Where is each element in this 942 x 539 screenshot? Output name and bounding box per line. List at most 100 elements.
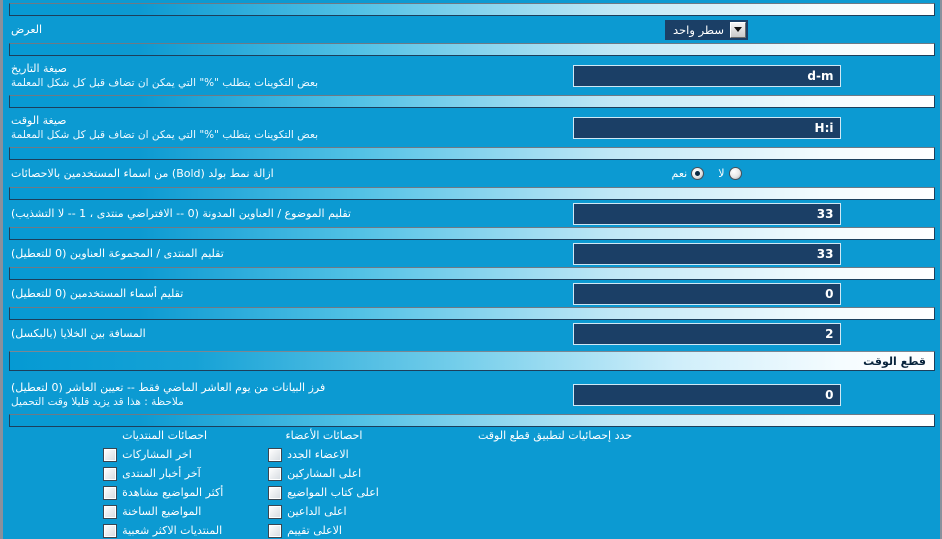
separator-bar-6 — [9, 267, 935, 280]
separator-bar-5 — [9, 227, 935, 240]
checkbox-row-top-rated[interactable]: الاعلى تقييم — [268, 521, 379, 539]
display-select-value: سطر واحد — [667, 21, 730, 38]
cutoff-days-field-cell — [473, 383, 940, 406]
cutoff-days-label: فرز البيانات من يوم العاشر الماضي فقط --… — [11, 381, 326, 394]
cell-spacing-field-cell — [473, 322, 940, 345]
checkbox-icon-top-posters[interactable] — [268, 466, 283, 481]
section-header-time-cutoff: قطع الوقت — [9, 351, 935, 371]
date-format-label-cell: صيغة التاريخ بعض التكوينات يتطلب "%" الت… — [3, 61, 473, 90]
remove-bold-yes-label: نعم — [671, 167, 688, 180]
member-stats-heading: احصائات الأعضاء — [285, 429, 363, 442]
label-top-thread-starters: اعلى كتاب المواضيع — [287, 486, 379, 499]
trim-forum-titles-label-cell: تقليم المنتدى / المجموعة العناوين (0 للت… — [3, 246, 473, 261]
separator-bar-top — [9, 3, 935, 16]
section-header-label: قطع الوقت — [863, 354, 926, 368]
checkbox-icon-most-viewed-threads[interactable] — [103, 485, 118, 500]
row-trim-thread-titles: تقليم الموضوع / العناوين المدونة (0 -- ا… — [3, 200, 940, 227]
checkbox-icon-latest-forum-news[interactable] — [103, 466, 118, 481]
checkbox-icon-top-rated[interactable] — [268, 523, 283, 538]
checkbox-icon-top-referrers[interactable] — [268, 504, 283, 519]
time-format-label-cell: صيغة الوقت بعض التكوينات يتطلب "%" التي … — [3, 113, 473, 142]
stats-column-forum: احصائات المنتديات اخر المشاركات آخر أخبا… — [103, 429, 225, 539]
date-format-field-cell — [473, 64, 940, 87]
separator-bar-7 — [9, 307, 935, 320]
checkbox-row-new-members[interactable]: الاعضاء الجدد — [268, 445, 379, 464]
checkbox-icon-latest-posts[interactable] — [103, 447, 118, 462]
trim-thread-titles-label: تقليم الموضوع / العناوين المدونة (0 -- ا… — [11, 207, 351, 220]
checkbox-row-hot-threads[interactable]: المواضيع الساخنة — [103, 502, 225, 521]
remove-bold-radio-no[interactable]: لا — [718, 167, 742, 180]
remove-bold-label-cell: ازالة نمط بولد (Bold) من اسماء المستخدمي… — [3, 166, 473, 181]
time-format-label: صيغة الوقت — [11, 114, 67, 127]
trim-usernames-input[interactable] — [572, 282, 841, 305]
separator-bar-4 — [9, 187, 935, 200]
radio-icon-no[interactable] — [728, 167, 742, 180]
row-cutoff-days: فرز البيانات من يوم العاشر الماضي فقط --… — [3, 375, 940, 414]
date-format-sublabel: بعض التكوينات يتطلب "%" التي يمكن ان تضا… — [11, 77, 319, 89]
checkbox-icon-top-thread-starters[interactable] — [268, 485, 283, 500]
time-format-sublabel: بعض التكوينات يتطلب "%" التي يمكن ان تضا… — [11, 129, 319, 141]
checkbox-row-most-popular-forums[interactable]: المنتديات الاكثر شعبية — [103, 521, 225, 539]
cell-spacing-label-cell: المسافة بين الخلايا (بالبكسل) — [3, 326, 473, 341]
trim-forum-titles-field-cell — [473, 242, 940, 265]
options-page: سطر واحد العرض صيغة التاريخ بعض التكوينا… — [0, 0, 942, 539]
trim-thread-titles-input[interactable] — [572, 202, 841, 225]
cutoff-days-input[interactable] — [572, 383, 841, 406]
stats-column-members: احصائات الأعضاء الاعضاء الجدد اعلى المشا… — [268, 429, 379, 539]
forum-stats-heading: احصائات المنتديات — [122, 429, 208, 442]
radio-icon-yes[interactable] — [691, 167, 705, 180]
checkbox-row-most-viewed-threads[interactable]: أكثر المواضيع مشاهدة — [103, 483, 225, 502]
row-trim-forum-titles: تقليم المنتدى / المجموعة العناوين (0 للت… — [3, 240, 940, 267]
display-select-cell: سطر واحد — [473, 19, 940, 40]
date-format-label: صيغة التاريخ — [11, 62, 67, 75]
stats-selection-block: حدد إحصائيات لتطبيق قطع الوقت احصائات ال… — [3, 427, 940, 539]
checkbox-icon-hot-threads[interactable] — [103, 504, 118, 519]
display-label: العرض — [11, 23, 43, 36]
trim-usernames-label: تقليم أسماء المستخدمين (0 للتعطيل) — [11, 287, 184, 300]
time-format-field-cell — [473, 116, 940, 139]
remove-bold-field-cell: نعم لا — [473, 167, 940, 180]
label-most-viewed-threads: أكثر المواضيع مشاهدة — [122, 486, 224, 499]
label-top-posters: اعلى المشاركين — [287, 467, 362, 480]
checkbox-icon-new-members[interactable] — [268, 447, 283, 462]
row-time-format: صيغة الوقت بعض التكوينات يتطلب "%" التي … — [3, 108, 940, 147]
checkbox-icon-most-popular-forums[interactable] — [103, 523, 118, 538]
cutoff-days-sublabel: ملاحظة : هذا قد يزيد قليلا وقت التحميل — [11, 396, 184, 408]
trim-thread-titles-label-cell: تقليم الموضوع / العناوين المدونة (0 -- ا… — [3, 206, 473, 221]
remove-bold-radio-yes[interactable]: نعم — [672, 167, 705, 180]
stats-title: حدد إحصائيات لتطبيق قطع الوقت — [478, 429, 633, 442]
cell-spacing-input[interactable] — [572, 322, 841, 345]
stats-columns: احصائات المنتديات اخر المشاركات آخر أخبا… — [3, 429, 470, 539]
checkbox-row-latest-posts[interactable]: اخر المشاركات — [103, 445, 225, 464]
display-select[interactable]: سطر واحد — [665, 19, 748, 40]
checkbox-row-top-referrers[interactable]: اعلى الداعين — [268, 502, 379, 521]
label-new-members: الاعضاء الجدد — [287, 448, 349, 461]
trim-usernames-field-cell — [473, 282, 940, 305]
cutoff-days-label-cell: فرز البيانات من يوم العاشر الماضي فقط --… — [3, 380, 473, 409]
separator-bar-1 — [9, 43, 935, 56]
label-hot-threads: المواضيع الساخنة — [122, 505, 202, 518]
trim-forum-titles-input[interactable] — [572, 242, 841, 265]
row-remove-bold: نعم لا ازالة نمط بولد (Bold) من اسماء ال… — [3, 160, 940, 187]
trim-usernames-label-cell: تقليم أسماء المستخدمين (0 للتعطيل) — [3, 286, 473, 301]
chevron-down-icon[interactable] — [729, 21, 746, 38]
time-format-input[interactable] — [572, 116, 841, 139]
checkbox-row-latest-forum-news[interactable]: آخر أخبار المنتدى — [103, 464, 225, 483]
display-label-cell: العرض — [3, 22, 473, 37]
separator-bar-3 — [9, 147, 935, 160]
row-display: سطر واحد العرض — [3, 16, 940, 43]
row-trim-usernames: تقليم أسماء المستخدمين (0 للتعطيل) — [3, 280, 940, 307]
cell-spacing-label: المسافة بين الخلايا (بالبكسل) — [11, 327, 146, 340]
remove-bold-no-label: لا — [718, 167, 725, 180]
checkbox-row-top-thread-starters[interactable]: اعلى كتاب المواضيع — [268, 483, 379, 502]
label-latest-posts: اخر المشاركات — [122, 448, 192, 461]
checkbox-row-top-posters[interactable]: اعلى المشاركين — [268, 464, 379, 483]
remove-bold-label: ازالة نمط بولد (Bold) من اسماء المستخدمي… — [11, 167, 274, 180]
label-latest-forum-news: آخر أخبار المنتدى — [122, 467, 201, 480]
separator-bar-2 — [9, 95, 935, 108]
date-format-input[interactable] — [572, 64, 841, 87]
trim-thread-titles-field-cell — [473, 202, 940, 225]
label-top-referrers: اعلى الداعين — [287, 505, 347, 518]
separator-bar-8 — [9, 414, 935, 427]
row-cell-spacing: المسافة بين الخلايا (بالبكسل) — [3, 320, 940, 347]
